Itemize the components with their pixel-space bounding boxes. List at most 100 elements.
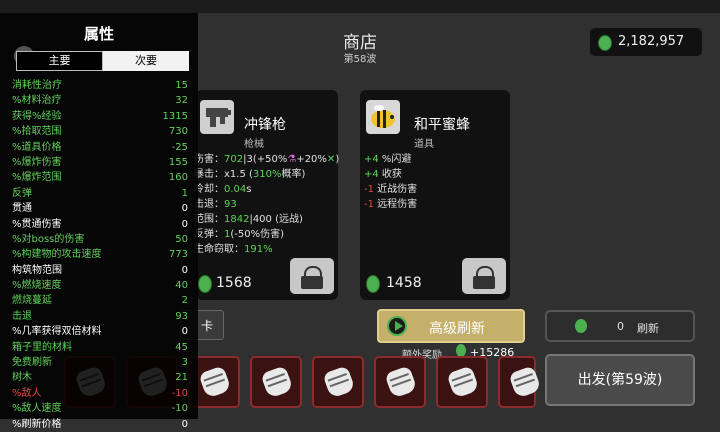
- card-stats: 伤害：702|3(+50%⚗+20%✕) 暴击：x1.5 (310%概率) 冷却：0…: [194, 152, 340, 257]
- free-refresh-button[interactable]: 0 刷新: [545, 310, 695, 342]
- depart-button[interactable]: 出发(第59波): [545, 354, 695, 406]
- attribute-value: 21: [175, 372, 188, 384]
- attribute-row: 免费刷新 3: [12, 355, 190, 370]
- attribute-value: 2: [181, 295, 188, 307]
- attribute-row: 贯通 0: [12, 201, 190, 216]
- fist-icon: [260, 365, 294, 399]
- attribute-value: 155: [168, 156, 188, 168]
- attribute-name: 燃烧蔓延: [12, 295, 52, 307]
- attribute-name: %敌人: [12, 387, 42, 399]
- attribute-row: %敌人速度 -10: [12, 401, 190, 416]
- stat-line: -1 远程伤害: [364, 199, 418, 210]
- attribute-row: %道具价格 -25: [12, 140, 190, 155]
- attribute-row: 构筑物范围 0: [12, 263, 190, 278]
- attribute-value: 0: [181, 218, 188, 230]
- material-icon: [575, 319, 587, 333]
- attribute-value: 1: [181, 187, 188, 199]
- attribute-name: 获得%经验: [12, 110, 62, 122]
- attribute-name: 贯通: [12, 203, 32, 215]
- stat-line: 伤害：702|3(+50%⚗+20%✕): [194, 154, 340, 165]
- refresh-label: 高级刷新: [429, 321, 485, 337]
- attribute-row: 消耗性治疗 15: [12, 78, 190, 93]
- card-type: 枪械: [244, 139, 264, 150]
- stat-line: 暴击：x1.5 (310%概率): [194, 169, 306, 180]
- gun-icon: [200, 100, 234, 134]
- card-price: 1458: [386, 275, 422, 291]
- attribute-value: 0: [181, 418, 188, 430]
- stat-line: 击退：93: [194, 199, 237, 210]
- attribute-row: 箱子里的材料 45: [12, 340, 190, 355]
- attribute-row: %燃烧速度 40: [12, 278, 190, 293]
- attribute-name: 击退: [12, 310, 32, 322]
- weapon-slot[interactable]: [250, 356, 302, 408]
- attribute-row: %材料治疗 32: [12, 93, 190, 108]
- attribute-name: 消耗性治疗: [12, 80, 62, 91]
- attribute-row: %几率获得双倍材料 0: [12, 324, 190, 339]
- attribute-list: 消耗性治疗 15 %材料治疗 32 获得%经验 1315 %拾取范围 730 %道具价格 -25%…: [12, 78, 190, 432]
- attribute-name: 构筑物范围: [12, 264, 62, 276]
- weapon-slot[interactable]: [374, 356, 426, 408]
- attribute-row: 燃烧蔓延 2: [12, 293, 190, 308]
- weapon-slot[interactable]: [312, 356, 364, 408]
- attribute-row: 树木 21: [12, 370, 190, 385]
- attribute-row: 反弹 1: [12, 186, 190, 201]
- attribute-name: %道具价格: [12, 141, 62, 153]
- fist-icon: [508, 365, 542, 399]
- attribute-value: 45: [175, 341, 188, 353]
- attribute-value: 15: [175, 80, 188, 91]
- attributes-panel: 属性 主要 次要 消耗性治疗 15 %材料治疗 32 获得%经验 1315 %拾取范围 730…: [0, 13, 198, 430]
- attribute-value: 93: [175, 310, 188, 322]
- stat-line: +4 收获: [364, 169, 402, 180]
- lock-icon-body: [301, 276, 323, 289]
- attribute-row: %构建物的攻击速度 773: [12, 247, 190, 262]
- attribute-row: %刷新价格 0: [12, 417, 190, 432]
- attribute-row: 击退 93: [12, 309, 190, 324]
- attribute-value: 50: [175, 233, 188, 245]
- stat-line: 生命窃取：191%: [194, 244, 273, 255]
- weapon-slot[interactable]: [436, 356, 488, 408]
- attribute-name: %刷新价格: [12, 418, 62, 430]
- attribute-row: %爆炸范围 160: [12, 170, 190, 185]
- attributes-title: 属性: [83, 25, 114, 43]
- card-name: 和平蜜蜂: [414, 117, 470, 133]
- attribute-value: -25: [171, 141, 188, 153]
- stat-line: -1 近战伤害: [364, 184, 418, 195]
- stat-line: +4 %闪避: [364, 154, 412, 165]
- free-refresh-count: 0: [617, 320, 624, 333]
- shop-card-smg[interactable]: 冲锋枪 枪械 伤害：702|3(+50%⚗+20%✕) 暴击：x1.5 (310%…: [194, 90, 340, 300]
- attribute-value: 0: [181, 326, 188, 338]
- card-stats: +4 %闪避 +4 收获 -1 近战伤害 -1 远程伤害: [364, 152, 506, 212]
- fist-icon: [446, 365, 480, 399]
- material-icon: [598, 35, 612, 51]
- advanced-refresh-button[interactable]: 高级刷新: [377, 309, 525, 343]
- weapon-slot[interactable]: [498, 356, 542, 408]
- attribute-name: %爆炸范围: [12, 172, 62, 184]
- bee-icon: [366, 100, 400, 134]
- material-icon: [198, 275, 212, 293]
- attribute-value: -10: [171, 387, 188, 399]
- play-icon: [387, 316, 407, 336]
- attribute-name: %贯通伤害: [12, 218, 62, 230]
- attribute-value: 0: [181, 203, 188, 215]
- attribute-name: %几率获得双倍材料: [12, 326, 102, 338]
- attribute-value: 773: [168, 249, 188, 261]
- attribute-name: %燃烧速度: [12, 280, 62, 292]
- money-display: 2,182,957: [590, 28, 702, 56]
- attribute-name: 反弹: [12, 187, 32, 199]
- lock-button[interactable]: [290, 258, 334, 294]
- attribute-value: 160: [168, 172, 188, 184]
- shop-card-bee[interactable]: 和平蜜蜂 道具 +4 %闪避 +4 收获 -1 近战伤害 -1 远程伤害 1458: [360, 90, 510, 300]
- material-icon: [366, 275, 380, 293]
- fist-icon: [198, 365, 232, 399]
- money-value: 2,182,957: [618, 34, 685, 49]
- lock-button[interactable]: [462, 258, 506, 294]
- attribute-value: 730: [168, 126, 188, 138]
- tab-sub[interactable]: 次要: [103, 51, 189, 71]
- attribute-value: 32: [175, 95, 188, 107]
- card-price: 1568: [216, 275, 252, 291]
- tab-main[interactable]: 主要: [16, 51, 103, 71]
- attribute-name: %拾取范围: [12, 126, 62, 138]
- attribute-value: 40: [175, 280, 188, 292]
- attribute-row: %敌人 -10: [12, 386, 190, 401]
- attribute-name: %构建物的攻击速度: [12, 249, 102, 261]
